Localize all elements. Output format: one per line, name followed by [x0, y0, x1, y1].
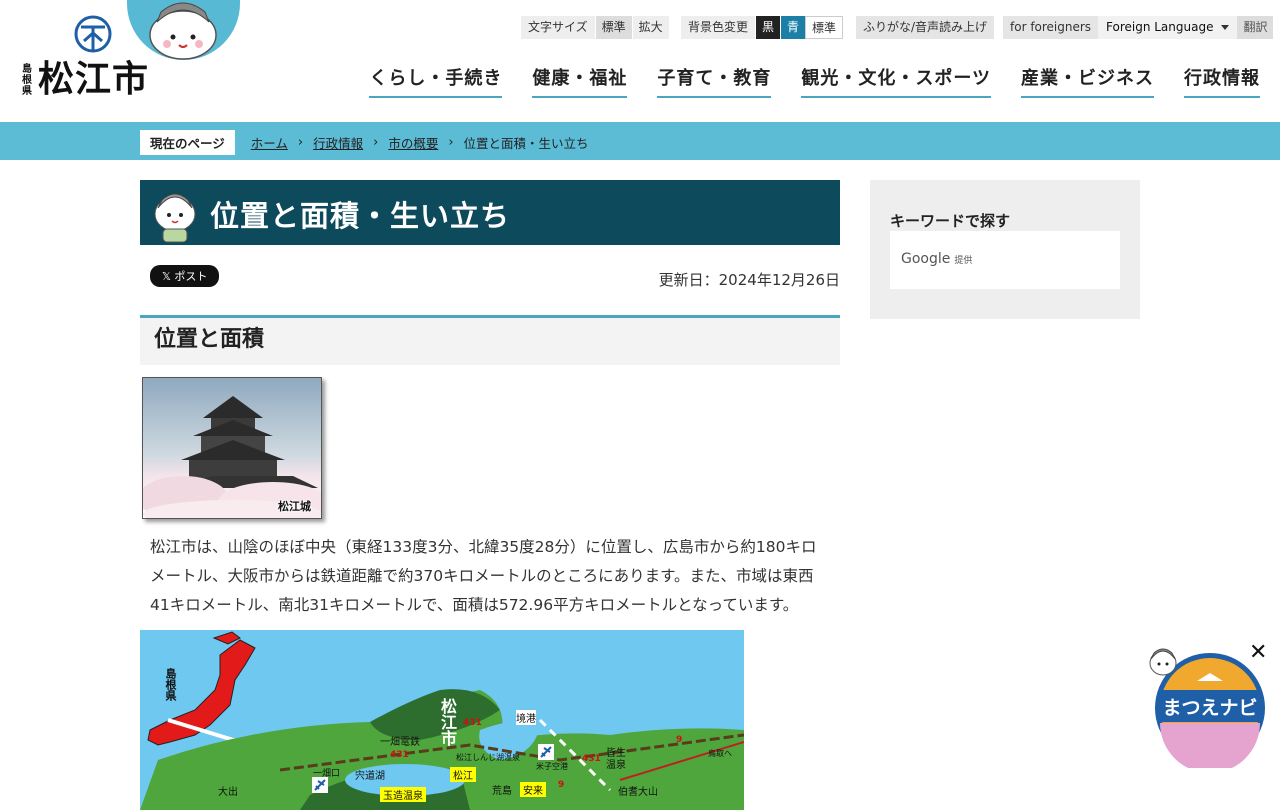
map-place-label: 松江しんじ湖温泉 [456, 753, 520, 762]
map-route-label: 9 [558, 780, 565, 790]
site-header: 島根県 松江市 文字サイズ 標準 拡大 背景色変更 黒 青 標準 ふりがな/音声… [0, 0, 1280, 122]
castle-caption: 松江城 [278, 500, 311, 513]
nav-administration[interactable]: 行政情報 [1184, 64, 1260, 98]
google-suffix: 提供 [954, 256, 973, 266]
map-place-label: 境港 [516, 710, 536, 725]
chevron-down-icon [1221, 25, 1230, 30]
matsue-navi-label: まつえナビ [1162, 697, 1258, 719]
nav-health[interactable]: 健康・福祉 [532, 64, 628, 98]
airport-icon [538, 744, 554, 760]
map-route-label: 431 [463, 718, 482, 728]
matsue-navi-button[interactable]: まつえナビ [1145, 643, 1270, 773]
nav-childcare[interactable]: 子育て・教育 [657, 64, 772, 98]
google-branding: Google 提供 [901, 251, 972, 267]
language-toolbar: Foreign Language 翻訳 [1098, 16, 1274, 39]
breadcrumb: 現在のページ ホーム › 行政情報 › 市の概要 › 位置と面積・生い立ち [140, 130, 589, 155]
search-title: キーワードで探す [890, 212, 1011, 230]
text-size-label: 文字サイズ [528, 20, 588, 34]
section-heading-text: 位置と面積 [154, 327, 265, 352]
logo-city-name: 松江市 [38, 59, 150, 100]
location-map: 島根県 松江市 境港 一畑電鉄 宍道湖 松江しんじ湖温泉 米子空港 皆生温泉 一… [140, 630, 744, 810]
breadcrumb-home[interactable]: ホーム [251, 133, 288, 152]
furigana-toolbar: ふりがな/音声読み上げ [856, 16, 995, 39]
map-place-label: 鳥取へ [708, 749, 732, 758]
mascot-icon [154, 193, 196, 243]
bg-color-label: 背景色変更 [688, 20, 749, 34]
bg-black-button[interactable]: 黒 [755, 16, 781, 39]
map-place-label: 伯耆大山 [618, 787, 658, 798]
nav-tourism[interactable]: 観光・文化・スポーツ [801, 64, 991, 98]
map-prefecture-label: 島根県 [164, 668, 177, 701]
location-paragraph: 松江市は、山陰のほぼ中央（東経133度3分、北緯35度28分）に位置し、広島市か… [150, 538, 817, 614]
x-post-button[interactable]: 𝕏 ポスト [150, 265, 220, 287]
map-route-label: 431 [582, 754, 601, 764]
city-emblem-icon [74, 15, 112, 53]
chevron-right-icon: › [448, 135, 454, 150]
share-row: 𝕏 ポスト 更新日：2024年12月26日 [140, 245, 840, 315]
for-foreigners-link[interactable]: for foreigners [1003, 16, 1099, 39]
text-size-toolbar: 文字サイズ 標準 拡大 [521, 16, 669, 39]
breadcrumb-current: 位置と面積・生い立ち [463, 136, 589, 151]
chevron-right-icon: › [373, 135, 379, 150]
nav-living[interactable]: くらし・手続き [369, 64, 503, 98]
map-place-label: 皆生温泉 [606, 748, 626, 771]
foreign-language-label: Foreign Language [1106, 20, 1214, 34]
bg-blue-button[interactable]: 青 [780, 16, 806, 39]
updated-date: 更新日：2024年12月26日 [658, 271, 840, 289]
map-place-label: 一畑電鉄 [380, 737, 420, 748]
bg-color-toolbar: 背景色変更 黒 青 標準 [681, 16, 844, 39]
map-place-label: 米子空港 [536, 762, 568, 771]
map-place-label: 安来 [520, 782, 546, 797]
map-place-label: 松江 [450, 767, 476, 782]
section-heading: 位置と面積 [140, 315, 840, 365]
global-nav: くらし・手続き 健康・福祉 子育て・教育 観光・文化・スポーツ 産業・ビジネス … [369, 64, 1260, 98]
page-title: 位置と面積・生い立ち [210, 199, 511, 233]
chevron-right-icon: › [297, 135, 304, 150]
map-place-label: 荒島 [492, 786, 512, 797]
foreign-language-select[interactable]: Foreign Language [1098, 16, 1238, 39]
text-size-standard-button[interactable]: 標準 [594, 16, 632, 39]
text-size-large-button[interactable]: 拡大 [631, 16, 669, 39]
map-place-label: 大出 [218, 787, 238, 798]
furigana-button[interactable]: ふりがな/音声読み上げ [856, 16, 995, 39]
site-logo[interactable]: 島根県 松江市 [20, 14, 150, 102]
breadcrumb-overview[interactable]: 市の概要 [388, 133, 438, 152]
castle-photo: 松江城 [142, 377, 322, 519]
translate-button[interactable]: 翻訳 [1237, 16, 1274, 39]
airport-icon [312, 777, 328, 793]
search-input[interactable]: Google 提供 [890, 231, 1120, 289]
map-route-label: 431 [390, 750, 409, 760]
breadcrumb-bar: 現在のページ ホーム › 行政情報 › 市の概要 › 位置と面積・生い立ち [0, 122, 1280, 160]
page-title-bar: 位置と面積・生い立ち [140, 180, 840, 245]
nav-business[interactable]: 産業・ビジネス [1021, 64, 1154, 98]
logo-prefecture: 島根県 [22, 64, 32, 97]
bg-standard-button[interactable]: 標準 [805, 16, 844, 39]
map-route-label: 9 [676, 735, 683, 745]
breadcrumb-administration[interactable]: 行政情報 [313, 133, 363, 152]
map-city-label: 松江市 [438, 698, 457, 746]
google-logo-text: Google [901, 251, 951, 267]
foreigners-toolbar: for foreigners [1003, 16, 1099, 39]
map-place-label: 宍道湖 [355, 771, 385, 782]
main-content: 位置と面積・生い立ち 𝕏 ポスト 更新日：2024年12月26日 位置と面積 松… [140, 180, 840, 810]
breadcrumb-label: 現在のページ [140, 130, 235, 155]
sidebar-search: キーワードで探す Google 提供 [870, 180, 1140, 319]
